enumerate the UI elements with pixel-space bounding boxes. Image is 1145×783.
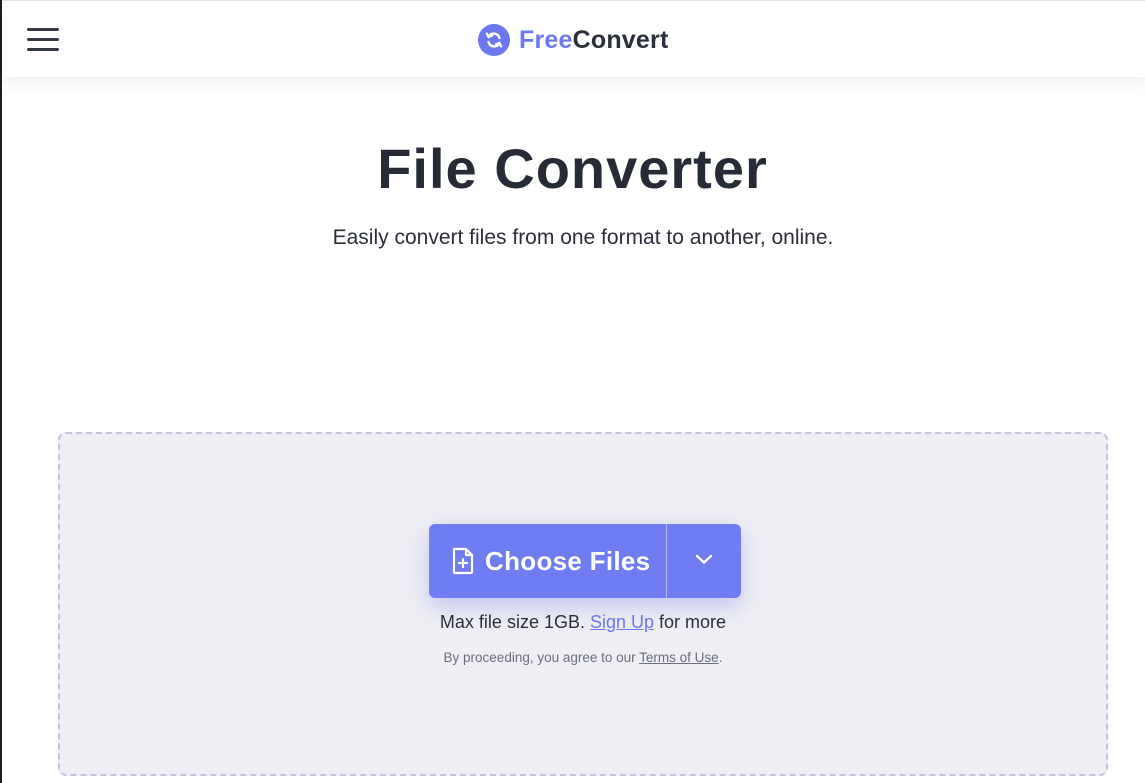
choose-files-button[interactable]: Choose Files bbox=[429, 524, 666, 598]
logo-text: FreeConvert bbox=[519, 26, 668, 55]
upload-source-dropdown-button[interactable] bbox=[667, 524, 741, 598]
max-size-prefix: Max file size 1GB. bbox=[439, 612, 585, 632]
hamburger-menu-icon[interactable] bbox=[27, 25, 61, 53]
chevron-down-icon bbox=[695, 552, 713, 570]
sign-up-link[interactable]: Sign Up bbox=[590, 612, 654, 632]
logo-text-free: Free bbox=[519, 25, 573, 54]
page-title: File Converter bbox=[377, 137, 768, 200]
terms-note: By proceeding, you agree to our Terms of… bbox=[60, 650, 1106, 665]
file-plus-icon bbox=[451, 547, 475, 575]
logo-text-convert: Convert bbox=[572, 25, 669, 54]
page-subtitle: Easily convert files from one format to … bbox=[332, 226, 834, 249]
max-size-suffix: for more bbox=[659, 612, 727, 632]
site-logo[interactable]: FreeConvert bbox=[478, 23, 668, 57]
terms-suffix: . bbox=[718, 650, 723, 665]
refresh-arrows-icon bbox=[478, 24, 510, 56]
window-left-edge bbox=[0, 0, 2, 783]
max-file-size-note: Max file size 1GB. Sign Up for more bbox=[60, 612, 1106, 633]
terms-prefix: By proceeding, you agree to our bbox=[443, 650, 636, 665]
site-header: FreeConvert bbox=[2, 0, 1145, 77]
choose-files-label: Choose Files bbox=[485, 545, 651, 576]
terms-of-use-link[interactable]: Terms of Use bbox=[639, 650, 719, 665]
file-dropzone[interactable]: Choose Files Max file size 1GB. Sign Up … bbox=[58, 432, 1108, 776]
choose-files-button-group: Choose Files bbox=[429, 524, 741, 598]
